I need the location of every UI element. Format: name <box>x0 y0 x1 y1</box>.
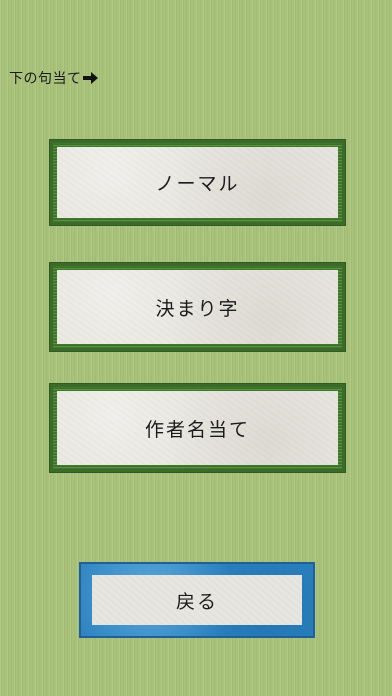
mode-label-text: 下の句当て <box>9 71 82 87</box>
back-button-label: 戻る <box>92 575 302 625</box>
kimariji-mode-label: 決まり字 <box>57 270 338 344</box>
kimariji-mode-button[interactable]: 決まり字 <box>50 263 345 351</box>
normal-mode-label: ノーマル <box>57 147 338 218</box>
author-mode-label: 作者名当て <box>57 391 338 465</box>
mode-label: 下の句当て <box>9 68 99 88</box>
normal-mode-button[interactable]: ノーマル <box>50 140 345 225</box>
right-arrow-icon <box>82 71 99 85</box>
back-button[interactable]: 戻る <box>79 562 315 638</box>
author-mode-button[interactable]: 作者名当て <box>50 384 345 472</box>
